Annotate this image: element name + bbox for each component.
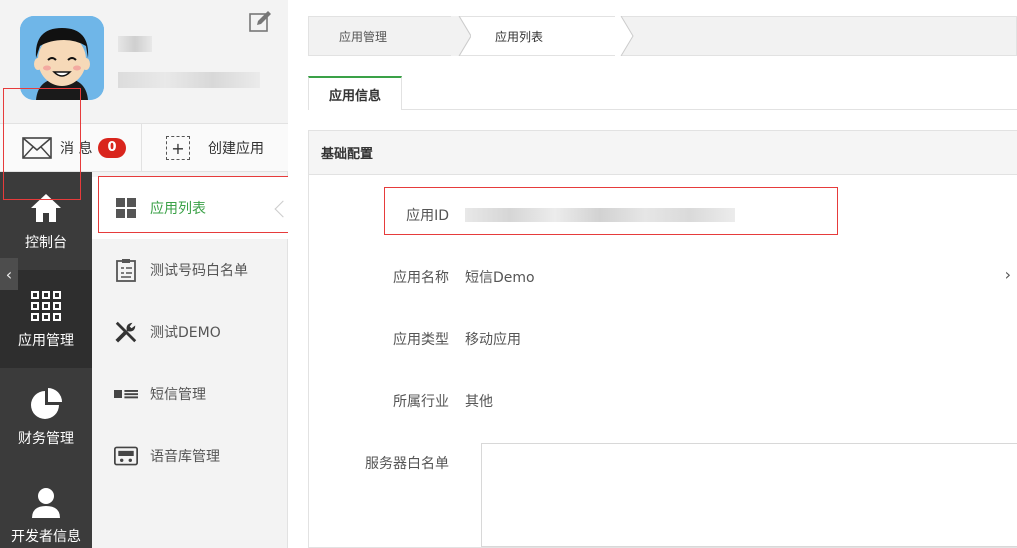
tab-app-info[interactable]: 应用信息: [308, 76, 402, 110]
create-app-label: 创建应用: [208, 141, 264, 157]
username-blurred: [118, 36, 152, 52]
create-app-button[interactable]: + 创建应用: [142, 124, 288, 172]
clipboard-icon: [114, 258, 138, 282]
field-label: 应用名称: [393, 270, 449, 286]
breadcrumb-item-app-list: 应用列表: [459, 17, 619, 55]
field-value: 移动应用: [465, 332, 521, 348]
sub-item-voice-library[interactable]: 语音库管理: [92, 425, 288, 487]
sub-item-label: 语音库管理: [150, 449, 220, 465]
app-root: 消 息 0 + 创建应用 控制台 应用管理 财务管理 开发者信息 ‹ 应用列表 …: [0, 0, 1017, 548]
sub-item-label: 测试号码白名单: [150, 263, 248, 279]
sms-icon: [114, 382, 138, 406]
nav-item-label: 开发者信息: [11, 529, 81, 545]
main-content: 应用管理 应用列表 应用信息 基础配置 应用ID 应用名称 短信Demo › 应…: [288, 0, 1017, 548]
nav-item-finance[interactable]: 财务管理: [0, 368, 92, 466]
tools-icon: [114, 320, 138, 344]
server-whitelist-textarea[interactable]: [481, 443, 1017, 547]
breadcrumb-item-app-management[interactable]: 应用管理: [309, 17, 459, 55]
sub-item-sms-management[interactable]: 短信管理: [92, 363, 288, 425]
annotation-highlight-app-id: [384, 187, 838, 235]
pie-chart-icon: [31, 388, 62, 419]
message-count-badge: 0: [98, 138, 126, 158]
breadcrumb-end-icon: [615, 16, 634, 56]
tab-bar: 应用信息: [308, 76, 1017, 110]
sub-item-label: 短信管理: [150, 387, 206, 403]
nav-item-label: 财务管理: [18, 431, 74, 447]
basic-config-panel: 基础配置 应用ID 应用名称 短信Demo › 应用类型 移动应用 所属行业 其…: [308, 130, 1017, 548]
collapse-nav-button[interactable]: ‹: [0, 258, 18, 290]
breadcrumb-separator-icon: [451, 16, 471, 56]
sub-item-test-whitelist[interactable]: 测试号码白名单: [92, 239, 288, 301]
sub-item-test-demo[interactable]: 测试DEMO: [92, 301, 288, 363]
nav-item-label: 应用管理: [18, 333, 74, 349]
plus-icon: +: [166, 136, 190, 160]
breadcrumb: 应用管理 应用列表: [308, 16, 1017, 56]
chevron-right-icon[interactable]: ›: [1005, 265, 1011, 284]
field-app-name: 应用名称 短信Demo: [309, 262, 1017, 292]
panel-title: 基础配置: [309, 131, 1017, 175]
user-icon: [32, 488, 60, 518]
field-label: 服务器白名单: [365, 456, 449, 472]
nav-item-developer-info[interactable]: 开发者信息: [0, 466, 92, 548]
annotation-highlight-nav: [3, 88, 81, 200]
field-industry: 所属行业 其他: [309, 386, 1017, 416]
main-nav: 控制台 应用管理 财务管理 开发者信息 ‹: [0, 172, 92, 548]
field-app-type: 应用类型 移动应用: [309, 324, 1017, 354]
nav-item-label: 控制台: [25, 235, 67, 251]
voice-library-icon: [114, 444, 138, 468]
field-label: 所属行业: [393, 394, 449, 410]
annotation-highlight-submenu: [98, 176, 293, 233]
grid-icon: [31, 291, 61, 321]
field-value: 其他: [465, 394, 493, 410]
field-value: 短信Demo: [465, 270, 535, 286]
field-label: 应用类型: [393, 332, 449, 348]
edit-icon[interactable]: [248, 10, 272, 34]
email-blurred: [118, 72, 260, 88]
sub-item-label: 测试DEMO: [150, 325, 221, 341]
